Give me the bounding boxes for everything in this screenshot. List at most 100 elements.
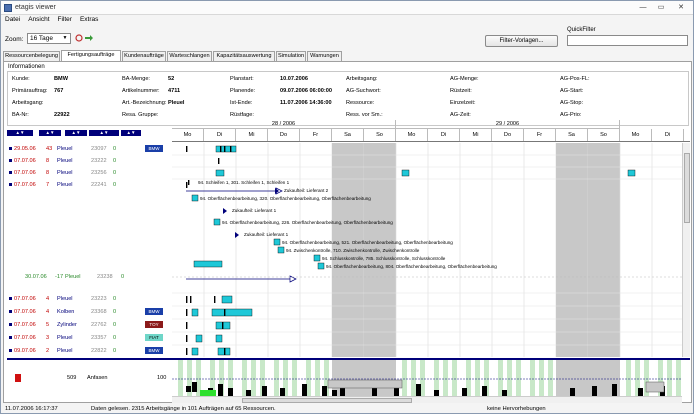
menu-datei[interactable]: Datei	[1, 15, 24, 23]
zoom-label: Zoom:	[5, 36, 24, 43]
refresh-icon[interactable]	[75, 34, 83, 42]
operation-bar[interactable]	[191, 308, 199, 317]
order-date: 07.07.06	[14, 335, 36, 341]
tab-6[interactable]: Warnungen	[307, 51, 342, 61]
load-bar	[228, 388, 233, 396]
row-marker	[9, 297, 12, 300]
menu-ansicht[interactable]: Ansicht	[24, 15, 53, 23]
operation-bar[interactable]	[215, 169, 225, 177]
operation-bar[interactable]	[211, 308, 253, 317]
list-item[interactable]: 07.07.06 3 Pleuel 23357 0 FIAT	[7, 332, 169, 344]
list-item[interactable]: 29.05.06 43 Pleuel 23097 0 BMW	[7, 143, 169, 155]
order-qty: 4	[46, 309, 50, 315]
list-item[interactable]: 07.07.06 7 Pleuel 22241 0	[7, 179, 169, 191]
vertical-scrollbar[interactable]	[682, 143, 690, 357]
article-name: Pleuel	[57, 170, 73, 176]
operation-bar[interactable]	[191, 194, 199, 202]
operation-bar[interactable]	[317, 262, 325, 270]
order-list-header: ▲▼ ▲▼ ▲▼ ▲▼ ▲▼	[7, 128, 169, 138]
count-value: 0	[121, 274, 125, 280]
day-header: Fr	[300, 129, 332, 141]
info-label: AG-Menge:	[450, 76, 479, 82]
gantt-grid[interactable]: 94. Schleifen 1, 301. Schleifen 1, Schle…	[172, 143, 682, 357]
operation-tick	[230, 146, 232, 152]
operation-bar[interactable]	[215, 334, 223, 343]
day-header: Mo	[172, 129, 204, 141]
status-highlight: keine Hervorhebungen	[487, 406, 546, 412]
tab-2[interactable]: Kundenaufträge	[122, 51, 166, 61]
article-name: Pleuel	[65, 274, 81, 280]
tab-5[interactable]: Simulation	[276, 51, 306, 61]
operation-bar[interactable]	[401, 169, 410, 177]
operation-label: 94. Zwischenkontrolle, 710. Zwischenkont…	[286, 248, 420, 253]
day-header: Di	[428, 129, 460, 141]
menu-extras[interactable]: Extras	[76, 15, 102, 23]
info-label: AG-Stop:	[560, 100, 584, 106]
row-marker	[9, 159, 12, 162]
info-label: Rüstfage:	[230, 112, 254, 118]
go-icon[interactable]	[85, 34, 93, 42]
operation-bar[interactable]	[195, 334, 203, 343]
ba-number: 23357	[91, 335, 107, 341]
operation-bar[interactable]	[215, 145, 237, 153]
info-value: 22922	[54, 112, 70, 118]
operation-bar[interactable]	[277, 246, 285, 254]
day-header: Di	[652, 129, 684, 141]
sort-column-header[interactable]: ▲▼	[121, 130, 141, 136]
sort-column-header[interactable]: ▲▼	[65, 130, 87, 136]
close-button[interactable]: ✕	[673, 3, 689, 13]
operation-bar[interactable]	[193, 260, 223, 268]
load-bar	[394, 388, 399, 396]
menu-filter[interactable]: Filter	[54, 15, 76, 23]
info-label: Arbeitsgang:	[12, 100, 44, 106]
app-icon	[4, 4, 12, 12]
tab-4[interactable]: Kapazitätsauswertung	[213, 51, 275, 61]
order-list: 29.05.06 43 Pleuel 23097 0 BMW 07.07.06 8 Pleuel…	[7, 143, 169, 357]
filter-templates-button[interactable]: Filter-Vorlagen...	[485, 35, 558, 47]
row-marker	[9, 171, 12, 174]
quickfilter-input[interactable]	[567, 35, 688, 46]
list-item[interactable]: 09.07.06 2 Pleuel 22822 0 BMW	[7, 345, 169, 357]
maximize-button[interactable]: ▭	[653, 3, 669, 13]
info-label: Primärauftrag:	[12, 88, 48, 94]
load-block	[645, 381, 665, 393]
list-item[interactable]: 07.07.06 5 Zylinder 22762 0 TOY	[7, 319, 169, 331]
operation-bar[interactable]	[213, 218, 221, 226]
sort-column-header[interactable]: ▲▼	[7, 130, 33, 136]
operation-bar[interactable]	[627, 169, 636, 177]
customer-badge: FIAT	[145, 334, 163, 341]
tab-3[interactable]: Warteschlangen	[167, 51, 212, 61]
sort-column-header[interactable]: ▲▼	[39, 130, 61, 136]
operation-tick	[186, 335, 188, 342]
tab-0[interactable]: Ressourcenbelegung	[3, 51, 60, 61]
operation-bar[interactable]	[191, 347, 199, 356]
info-label: AG-Prio:	[560, 112, 582, 118]
list-item[interactable]: 07.07.06 8 Pleuel 23222 0	[7, 155, 169, 167]
toolbar: Zoom: 16 Tage ▼ Filter-Vorlagen... Quick…	[1, 25, 693, 49]
week-header: 29 / 2006	[396, 120, 620, 129]
status-time: 11.07.2006 16:17:37	[5, 406, 58, 412]
horizontal-scrollbar[interactable]	[172, 396, 682, 403]
operation-bar[interactable]	[221, 295, 233, 304]
list-item[interactable]: 07.07.06 4 Pleuel 23223 0	[7, 293, 169, 305]
list-item[interactable]: 30.07.06 -17 Pleuel 23238 0	[7, 271, 169, 283]
list-item[interactable]: 07.07.06 8 Pleuel 23256 0	[7, 167, 169, 179]
row-marker	[9, 183, 12, 186]
operation-bar[interactable]	[313, 254, 321, 262]
operation-label: 94. Oberflächenbearbeitung, 226. Oberflä…	[222, 220, 393, 225]
operation-label: Zukaufteil: Lieferant 2	[284, 188, 329, 193]
zoom-select[interactable]: 16 Tage ▼	[27, 33, 71, 44]
list-item[interactable]: 07.07.06 4 Kolben 23368 0 BMW	[7, 306, 169, 318]
info-box: Kunde: BMW Primärauftrag: 767 Arbeitsgang: BA…	[7, 71, 689, 126]
sort-column-header[interactable]: ▲▼	[89, 130, 119, 136]
day-header: Mo	[620, 129, 652, 141]
count-value: 0	[113, 296, 117, 302]
vertical-scroll-thumb[interactable]	[684, 153, 690, 223]
operation-bar[interactable]	[273, 238, 281, 246]
tab-1[interactable]: Fertigungsaufträge	[61, 50, 121, 61]
operation-tick	[222, 322, 224, 329]
minimize-button[interactable]: —	[635, 3, 651, 13]
info-label: Artikelnummer:	[122, 88, 160, 94]
horizontal-scroll-thumb[interactable]	[242, 398, 412, 403]
ba-number: 23238	[97, 274, 113, 280]
